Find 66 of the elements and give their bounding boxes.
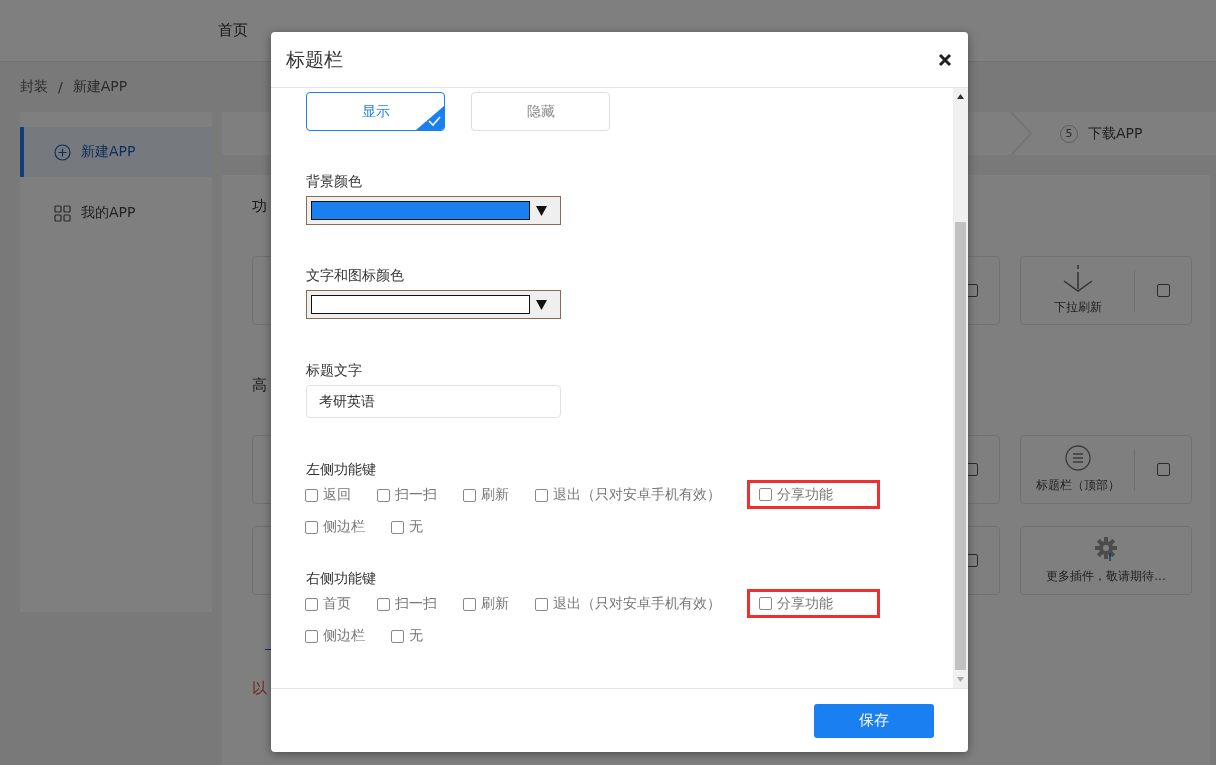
arrow-up-icon[interactable] <box>957 94 964 99</box>
plugin-label: 标题栏（顶部） <box>1035 477 1120 494</box>
checkbox[interactable] <box>305 629 318 643</box>
checkbox-option[interactable]: 返回 <box>305 479 351 511</box>
checkbox[interactable] <box>463 488 476 502</box>
field-label: 文字和图标颜色 <box>306 266 404 285</box>
checkbox[interactable] <box>1156 284 1170 297</box>
option-label[interactable]: 分享功能 <box>777 485 833 504</box>
dropdown-arrow-icon <box>536 205 547 216</box>
dropdown-arrow-icon <box>536 299 547 310</box>
toggle-option[interactable]: 隐藏 <box>471 92 610 131</box>
checkbox[interactable] <box>535 597 548 611</box>
checkbox-option[interactable]: 无 <box>391 511 423 543</box>
check-corner-icon <box>416 106 444 130</box>
color-select[interactable] <box>306 196 561 225</box>
gear-icon <box>1094 536 1118 562</box>
dialog-title: 标题栏 <box>286 46 343 72</box>
save-button[interactable]: 保存 <box>814 703 934 738</box>
plus-circle-icon <box>54 143 71 161</box>
sidebar-item[interactable]: 我的APP <box>20 188 212 238</box>
checkbox[interactable] <box>377 488 390 502</box>
checkbox-option[interactable]: 无 <box>391 620 423 652</box>
checkbox[interactable] <box>305 488 318 502</box>
checkbox[interactable] <box>305 520 318 534</box>
checkbox-option[interactable]: 侧边栏 <box>305 511 365 543</box>
section-heading: 功 <box>252 196 267 216</box>
step-item: 5 下载APP <box>1010 112 1190 155</box>
breadcrumb-separator: / <box>58 79 63 95</box>
checkbox-option[interactable]: 扫一扫 <box>377 588 437 620</box>
checkbox[interactable] <box>535 488 548 502</box>
checkbox[interactable] <box>305 597 318 611</box>
breadcrumb-item: 新建APP <box>72 78 128 96</box>
nav-link[interactable]: 首页 <box>218 21 248 40</box>
checkbox-option[interactable]: 退出（只对安卓手机有效） <box>535 588 721 620</box>
field-label: 背景颜色 <box>306 172 362 191</box>
breadcrumb-item[interactable]: 封装 <box>20 78 48 96</box>
checkbox[interactable] <box>391 629 404 643</box>
note-text: 以 <box>252 679 267 698</box>
field-label: 标题文字 <box>306 361 362 380</box>
section-heading: 高 <box>252 375 267 395</box>
checkbox-option[interactable]: 侧边栏 <box>305 620 365 652</box>
list-circle-icon <box>1064 445 1091 471</box>
checkbox[interactable] <box>463 597 476 611</box>
checkbox-option[interactable]: 退出（只对安卓手机有效） <box>535 479 721 511</box>
plugin-label: 下拉刷新 <box>1053 299 1102 316</box>
checkbox[interactable] <box>391 520 404 534</box>
grid-icon <box>54 204 71 222</box>
option-label[interactable]: 分享功能 <box>777 594 833 613</box>
sidebar-item[interactable]: 新建APP <box>20 127 212 177</box>
checkbox[interactable] <box>377 597 390 611</box>
checkbox-option[interactable]: 刷新 <box>463 479 509 511</box>
checkbox[interactable] <box>759 488 772 501</box>
arrow-down-icon[interactable] <box>957 677 964 682</box>
checkbox[interactable] <box>1156 463 1170 476</box>
field-label: 右侧功能键 <box>306 569 376 588</box>
close-icon <box>938 52 952 67</box>
toggle-option[interactable]: 显示 <box>306 92 445 131</box>
checkbox-option[interactable]: 刷新 <box>463 588 509 620</box>
scrollbar[interactable] <box>953 88 968 688</box>
plugin-label: 更多插件，敬请期待... <box>1046 568 1166 585</box>
checkbox[interactable] <box>759 597 772 610</box>
color-select[interactable] <box>306 290 561 319</box>
field-label: 左侧功能键 <box>306 460 376 479</box>
checkbox-option[interactable]: 扫一扫 <box>377 479 437 511</box>
checkbox-option[interactable]: 首页 <box>305 588 351 620</box>
title-input[interactable]: 考研英语 <box>306 385 561 418</box>
